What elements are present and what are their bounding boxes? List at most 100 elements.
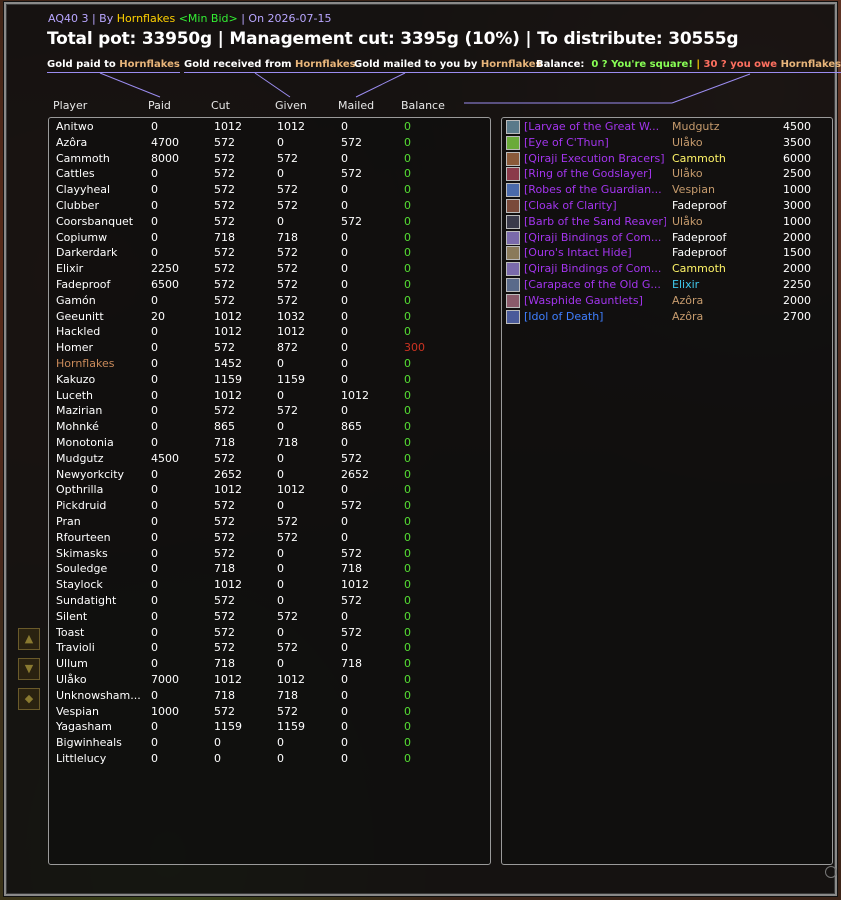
table-row[interactable]: Fadeproof 6500 572 572 0 0: [49, 277, 490, 293]
loot-row[interactable]: [Ouro's Intact Hide] Fadeproof 1500: [502, 245, 832, 261]
table-row[interactable]: Anitwo 0 1012 1012 0 0: [49, 119, 490, 135]
item-link[interactable]: [Eye of C'Thun]: [524, 135, 666, 151]
cut-value: 572: [214, 183, 235, 197]
paid-value: 0: [151, 736, 158, 750]
table-row[interactable]: Unknowsham... 0 718 718 0 0: [49, 688, 490, 704]
table-row[interactable]: Staylock 0 1012 0 1012 0: [49, 577, 490, 593]
table-row[interactable]: Souledge 0 718 0 718 0: [49, 561, 490, 577]
table-row[interactable]: Coorsbanquet 0 572 0 572 0: [49, 214, 490, 230]
item-link[interactable]: [Robes of the Guardian...: [524, 182, 666, 198]
table-row[interactable]: Hackled 0 1012 1012 0 0: [49, 324, 490, 340]
table-row[interactable]: Mazirian 0 572 572 0 0: [49, 403, 490, 419]
table-row[interactable]: Newyorkcity 0 2652 0 2652 0: [49, 467, 490, 483]
table-row[interactable]: Ulåko 7000 1012 1012 0 0: [49, 672, 490, 688]
item-link[interactable]: [Qiraji Bindings of Com...: [524, 230, 666, 246]
loot-row[interactable]: [Cloak of Clarity] Fadeproof 3000: [502, 198, 832, 214]
table-row[interactable]: Clubber 0 572 572 0 0: [49, 198, 490, 214]
window-corner-icon[interactable]: [825, 866, 837, 878]
loot-row[interactable]: [Carapace of the Old G... Elixir 2250: [502, 277, 832, 293]
table-row[interactable]: Elixir 2250 572 572 0 0: [49, 261, 490, 277]
table-row[interactable]: Vespian 1000 572 572 0 0: [49, 704, 490, 720]
player-name: Vespian: [56, 704, 99, 718]
item-link[interactable]: [Cloak of Clarity]: [524, 198, 666, 214]
item-icon[interactable]: [506, 309, 520, 324]
table-row[interactable]: Copiumw 0 718 718 0 0: [49, 230, 490, 246]
table-row[interactable]: Darkerdark 0 572 572 0 0: [49, 245, 490, 261]
table-row[interactable]: Pickdruid 0 572 0 572 0: [49, 498, 490, 514]
item-link[interactable]: [Carapace of the Old G...: [524, 277, 666, 293]
table-row[interactable]: Bigwinheals 0 0 0 0 0: [49, 735, 490, 751]
table-row[interactable]: Travioli 0 572 572 0 0: [49, 640, 490, 656]
item-link[interactable]: [Idol of Death]: [524, 309, 666, 325]
item-link[interactable]: [Wasphide Gauntlets]: [524, 293, 666, 309]
scroll-up-button[interactable]: ▲: [18, 628, 40, 650]
item-link[interactable]: [Qiraji Bindings of Com...: [524, 261, 666, 277]
loot-row[interactable]: [Idol of Death] Azôra 2700: [502, 309, 832, 325]
loot-row[interactable]: [Eye of C'Thun] Ulåko 3500: [502, 135, 832, 151]
loot-row[interactable]: [Ring of the Godslayer] Ulåko 2500: [502, 166, 832, 182]
winner-name: Cammoth: [672, 151, 726, 165]
item-link[interactable]: [Ouro's Intact Hide]: [524, 245, 666, 261]
loot-row[interactable]: [Robes of the Guardian... Vespian 1000: [502, 182, 832, 198]
loot-row[interactable]: [Barb of the Sand Reaver] Ulåko 1000: [502, 214, 832, 230]
item-link[interactable]: [Qiraji Execution Bracers]: [524, 151, 666, 167]
table-row[interactable]: Monotonia 0 718 718 0 0: [49, 435, 490, 451]
table-row[interactable]: Ullum 0 718 0 718 0: [49, 656, 490, 672]
table-row[interactable]: Pran 0 572 572 0 0: [49, 514, 490, 530]
table-row[interactable]: Azôra 4700 572 0 572 0: [49, 135, 490, 151]
table-row[interactable]: Silent 0 572 572 0 0: [49, 609, 490, 625]
player-name: Darkerdark: [56, 246, 118, 260]
scroll-down-button[interactable]: ▼: [18, 658, 40, 680]
legend-separator: |: [696, 59, 701, 70]
item-link[interactable]: [Ring of the Godslayer]: [524, 166, 666, 182]
table-row[interactable]: Gamón 0 572 572 0 0: [49, 293, 490, 309]
item-icon[interactable]: [506, 199, 520, 213]
player-name: Staylock: [56, 578, 103, 592]
balance-value: 0: [404, 451, 411, 465]
winner-name: Fadeproof: [672, 230, 727, 244]
item-link[interactable]: [Larvae of the Great W...: [524, 119, 666, 135]
paid-value: 4500: [151, 451, 179, 465]
table-row[interactable]: Hornflakes 0 1452 0 0 0: [49, 356, 490, 372]
item-icon[interactable]: [506, 230, 520, 245]
table-row[interactable]: Opthrilla 0 1012 1012 0 0: [49, 482, 490, 498]
table-row[interactable]: Toast 0 572 0 572 0: [49, 625, 490, 641]
loot-row[interactable]: [Qiraji Execution Bracers] Cammoth 6000: [502, 151, 832, 167]
table-row[interactable]: Kakuzo 0 1159 1159 0 0: [49, 372, 490, 388]
player-name: Unknowsham...: [56, 688, 141, 702]
item-icon[interactable]: [506, 262, 520, 277]
table-row[interactable]: Skimasks 0 572 0 572 0: [49, 546, 490, 562]
item-icon[interactable]: [506, 167, 520, 182]
table-row[interactable]: Yagasham 0 1159 1159 0 0: [49, 719, 490, 735]
mailed-value: 0: [341, 530, 348, 544]
item-icon[interactable]: [506, 183, 520, 198]
table-row[interactable]: Homer 0 572 872 0 300: [49, 340, 490, 356]
item-link[interactable]: [Barb of the Sand Reaver]: [524, 214, 666, 230]
loot-row[interactable]: [Qiraji Bindings of Com... Fadeproof 2000: [502, 230, 832, 246]
scroll-bottom-button[interactable]: ◆: [18, 688, 40, 710]
item-icon[interactable]: [506, 120, 520, 134]
table-row[interactable]: Geeunitt 20 1012 1032 0 0: [49, 309, 490, 325]
loot-row[interactable]: [Wasphide Gauntlets] Azôra 2000: [502, 293, 832, 309]
item-icon[interactable]: [506, 214, 520, 229]
table-row[interactable]: Clayyheal 0 572 572 0 0: [49, 182, 490, 198]
item-icon[interactable]: [506, 135, 520, 150]
loot-row[interactable]: [Qiraji Bindings of Com... Cammoth 2000: [502, 261, 832, 277]
table-row[interactable]: Luceth 0 1012 0 1012 0: [49, 388, 490, 404]
table-row[interactable]: Sundatight 0 572 0 572 0: [49, 593, 490, 609]
item-icon[interactable]: [506, 246, 520, 261]
mailed-value: 572: [341, 167, 362, 181]
cut-value: 572: [214, 515, 235, 528]
loot-row[interactable]: [Larvae of the Great W... Mudgutz 4500: [502, 119, 832, 135]
item-icon[interactable]: [506, 278, 520, 292]
table-row[interactable]: Cattles 0 572 0 572 0: [49, 166, 490, 182]
winner-name: Elixir: [672, 278, 700, 291]
cut-value: 0: [214, 736, 221, 750]
table-row[interactable]: Mudgutz 4500 572 0 572 0: [49, 451, 490, 467]
table-row[interactable]: Cammoth 8000 572 572 0 0: [49, 151, 490, 167]
item-icon[interactable]: [506, 151, 520, 166]
item-icon[interactable]: [506, 293, 520, 308]
table-row[interactable]: Rfourteen 0 572 572 0 0: [49, 530, 490, 546]
table-row[interactable]: Littlelucy 0 0 0 0 0: [49, 751, 490, 767]
table-row[interactable]: Mohnké 0 865 0 865 0: [49, 419, 490, 435]
